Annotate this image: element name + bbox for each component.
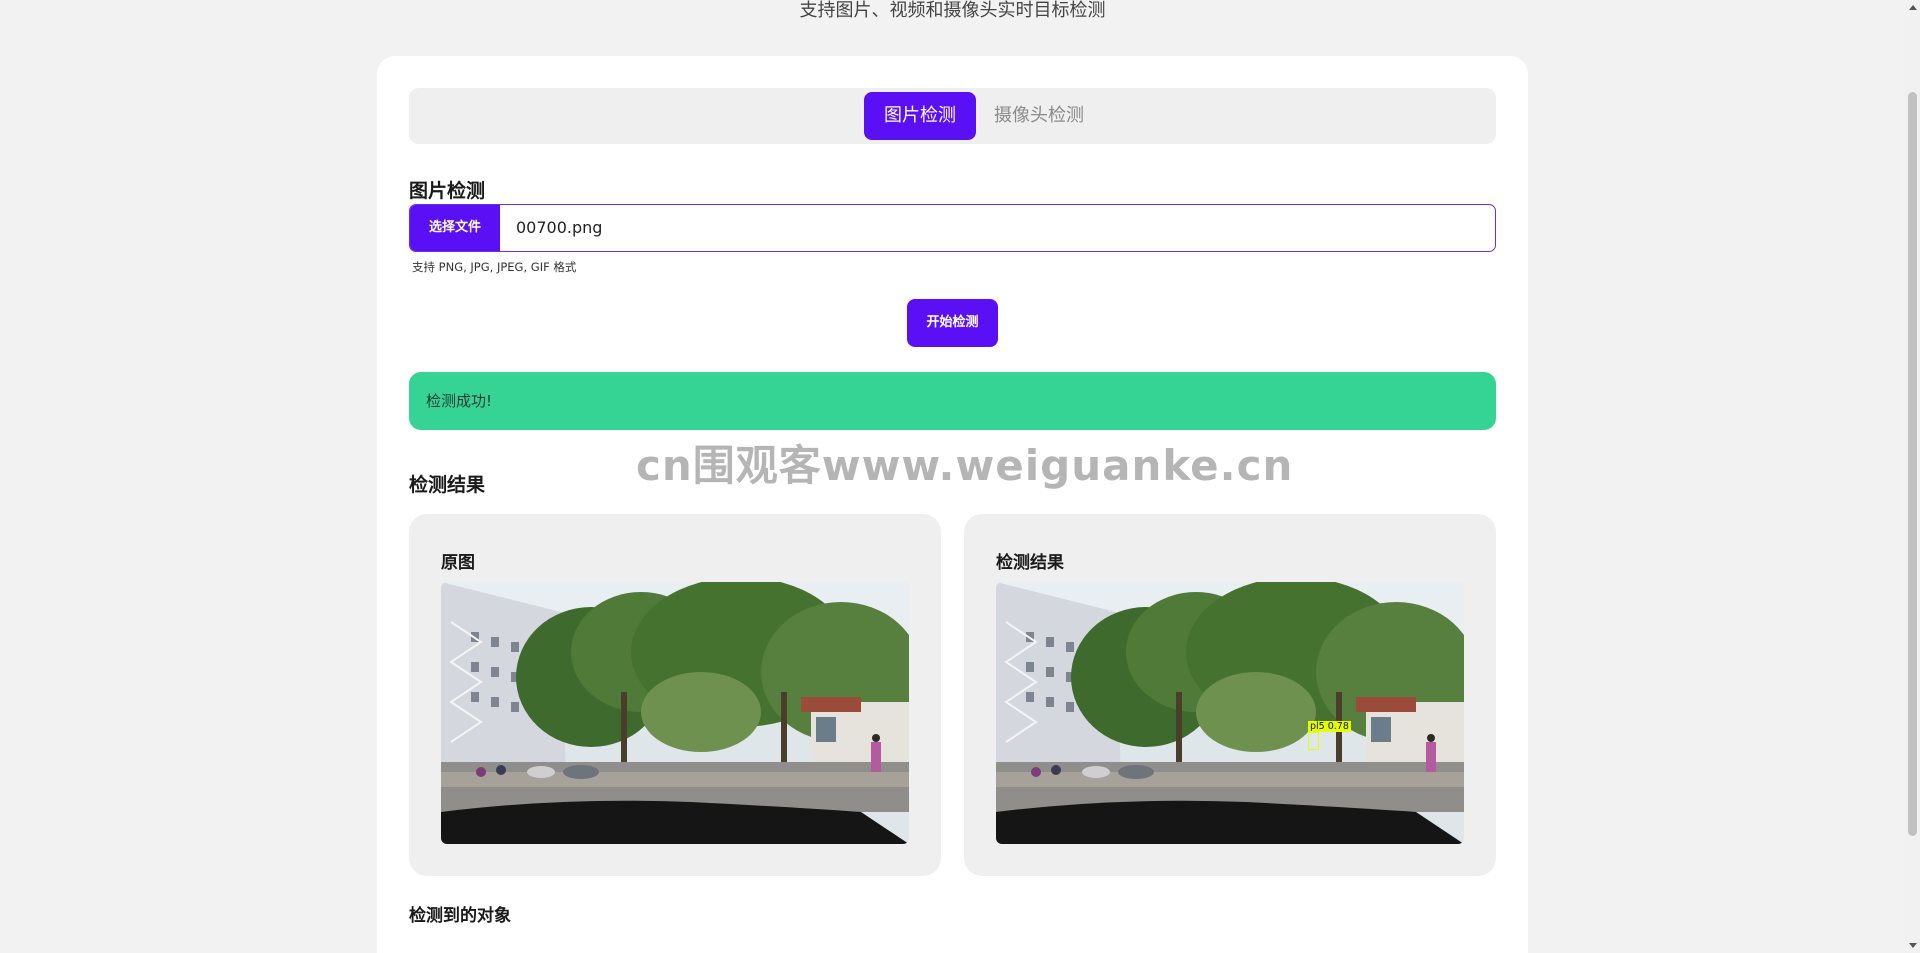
result-image: pl5 0.78 — [996, 582, 1464, 844]
result-image-panel: 检测结果 pl5 0.78 — [964, 514, 1496, 876]
tab-bar: 图片检测 摄像头检测 — [409, 88, 1496, 144]
start-detection-button[interactable]: 开始检测 — [907, 299, 998, 347]
success-alert: 检测成功! — [409, 372, 1496, 430]
result-image-title: 检测结果 — [996, 553, 1064, 573]
tab-camera-detection[interactable]: 摄像头检测 — [984, 92, 1094, 140]
detection-bounding-box — [1308, 732, 1319, 750]
original-image-title: 原图 — [441, 553, 475, 573]
original-image — [441, 582, 909, 844]
scroll-up-arrow-icon[interactable] — [1909, 5, 1917, 10]
street-scene-image — [441, 582, 909, 844]
file-input[interactable]: 选择文件 00700.png — [409, 204, 1496, 252]
scrollbar-thumb[interactable] — [1908, 92, 1917, 836]
file-format-hint: 支持 PNG, JPG, JPEG, GIF 格式 — [412, 260, 577, 274]
watermark: cn围观客www.weiguanke.cn — [636, 441, 1294, 490]
detected-objects-title: 检测到的对象 — [409, 906, 511, 926]
choose-file-button[interactable]: 选择文件 — [410, 205, 500, 251]
upload-section-title: 图片检测 — [409, 180, 486, 202]
street-scene-detected-image — [996, 582, 1464, 844]
scroll-down-arrow-icon[interactable] — [1909, 943, 1917, 948]
selected-file-name: 00700.png — [516, 218, 603, 237]
detection-label: pl5 0.78 — [1308, 721, 1351, 732]
page: 支持图片、视频和摄像头实时目标检测 图片检测 摄像头检测 图片检测 选择文件 0… — [0, 0, 1920, 953]
page-subtitle: 支持图片、视频和摄像头实时目标检测 — [799, 0, 1106, 21]
results-section-title: 检测结果 — [409, 474, 486, 496]
tab-image-detection[interactable]: 图片检测 — [864, 92, 976, 140]
page-scrollbar[interactable] — [1905, 0, 1920, 953]
original-image-panel: 原图 — [409, 514, 941, 876]
main-card: 图片检测 摄像头检测 图片检测 选择文件 00700.png 支持 PNG, J… — [377, 56, 1528, 953]
